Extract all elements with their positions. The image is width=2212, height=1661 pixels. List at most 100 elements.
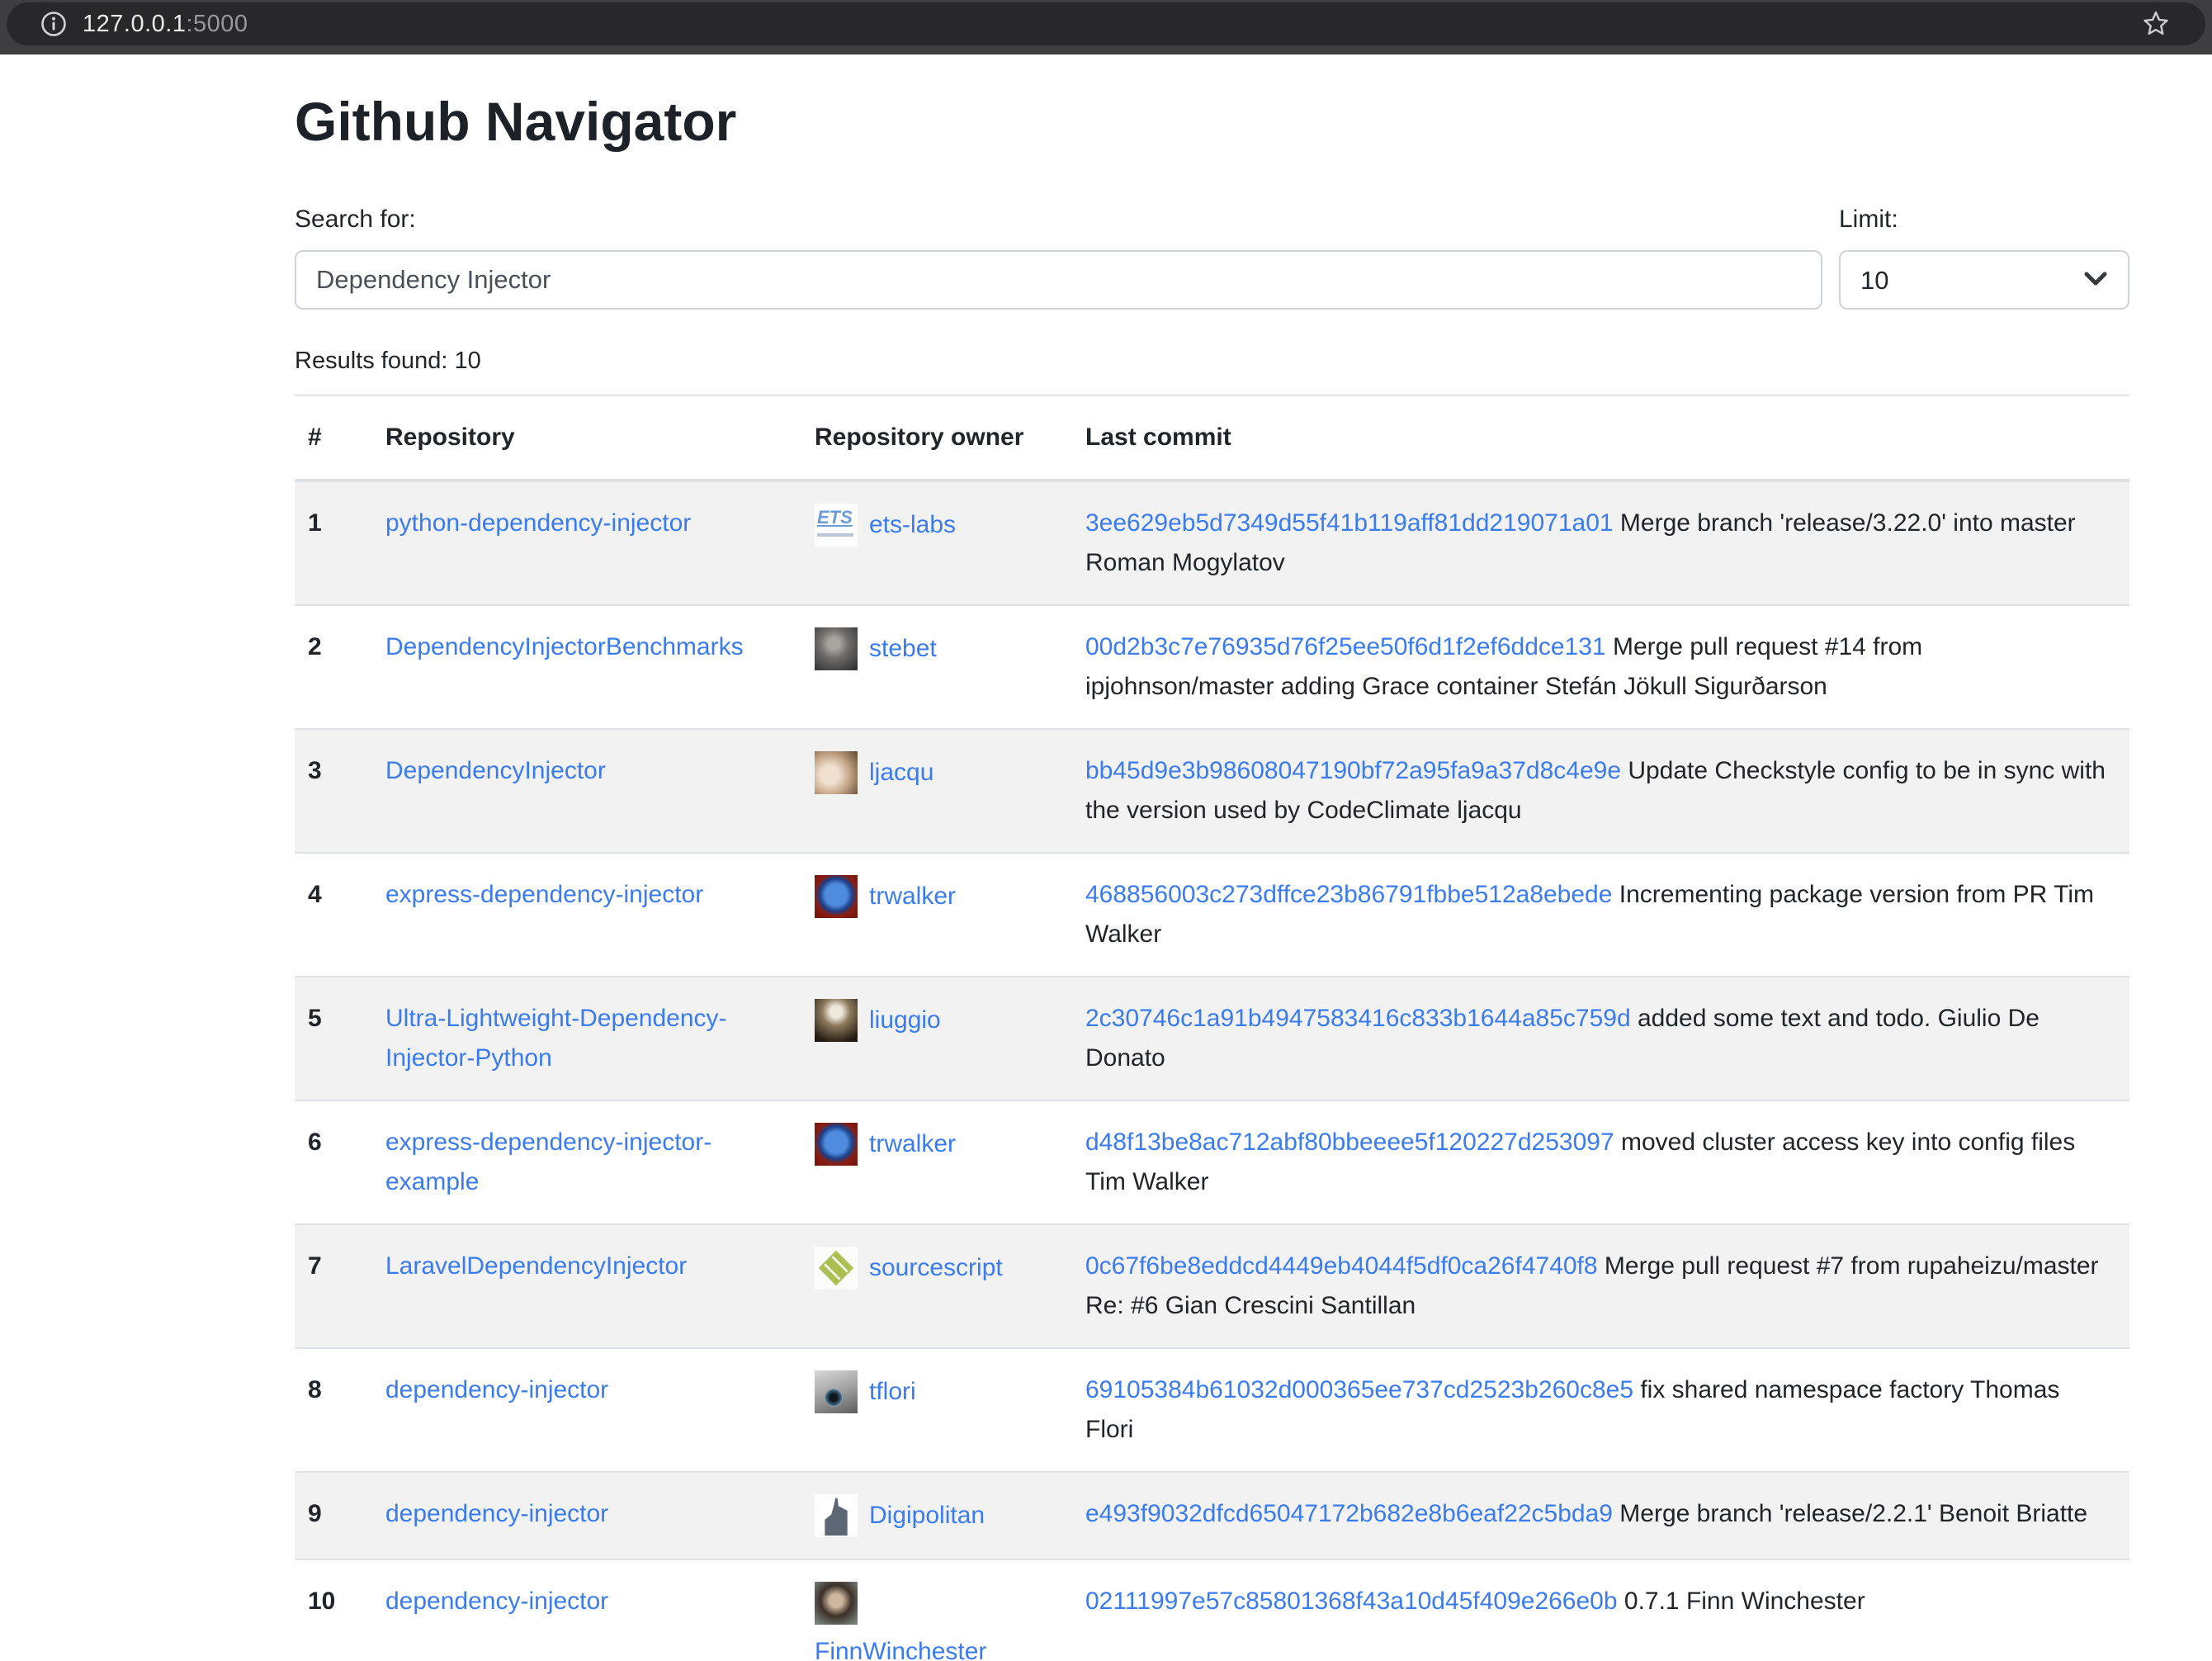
header-number: # bbox=[295, 395, 372, 480]
owner-link[interactable]: stebet bbox=[869, 635, 937, 662]
owner-cell: ets-labs bbox=[801, 480, 1072, 605]
table-row: 6express-dependency-injector-example trwa… bbox=[295, 1100, 2129, 1224]
repo-cell: express-dependency-injector-example bbox=[372, 1100, 801, 1224]
commit-message: Merge branch 'release/2.2.1' Benoit Bria… bbox=[1613, 1500, 2087, 1527]
owner-cell: ljacqu bbox=[801, 729, 1072, 853]
row-number: 6 bbox=[295, 1100, 372, 1224]
owner-link[interactable]: Digipolitan bbox=[869, 1502, 985, 1529]
row-number: 7 bbox=[295, 1224, 372, 1348]
owner-cell: sourcescript bbox=[801, 1224, 1072, 1348]
owner-link[interactable]: ljacqu bbox=[869, 759, 933, 786]
repo-link[interactable]: dependency-injector bbox=[385, 1500, 608, 1527]
header-last-commit: Last commit bbox=[1072, 395, 2129, 480]
commit-hash-link[interactable]: 3ee629eb5d7349d55f41b119aff81dd219071a01 bbox=[1085, 509, 1614, 537]
owner-cell: trwalker bbox=[801, 1100, 1072, 1224]
owner-link[interactable]: sourcescript bbox=[869, 1254, 1003, 1281]
owner-cell: stebet bbox=[801, 605, 1072, 729]
finnwinchester-avatar-icon bbox=[815, 1582, 858, 1625]
commit-cell: d48f13be8ac712abf80bbeeee5f120227d253097… bbox=[1072, 1100, 2129, 1224]
commit-cell: e493f9032dfcd65047172b682e8b6eaf22c5bda9… bbox=[1072, 1472, 2129, 1559]
owner-cell: Digipolitan bbox=[801, 1472, 1072, 1559]
commit-cell: 2c30746c1a91b4947583416c833b1644a85c759d… bbox=[1072, 977, 2129, 1100]
search-label: Search for: bbox=[295, 206, 1822, 234]
page-title: Github Navigator bbox=[295, 89, 2129, 154]
header-repository: Repository bbox=[372, 395, 801, 480]
owner-link[interactable]: trwalker bbox=[869, 883, 956, 910]
repo-cell: express-dependency-injector bbox=[372, 853, 801, 977]
repo-cell: DependencyInjectorBenchmarks bbox=[372, 605, 801, 729]
row-number: 9 bbox=[295, 1472, 372, 1559]
repo-link[interactable]: dependency-injector bbox=[385, 1588, 608, 1615]
commit-hash-link[interactable]: 2c30746c1a91b4947583416c833b1644a85c759d bbox=[1085, 1005, 1631, 1032]
trwalker-avatar-icon bbox=[815, 1123, 858, 1166]
repo-cell: dependency-injector bbox=[372, 1559, 801, 1661]
owner-link[interactable]: tflori bbox=[869, 1378, 916, 1405]
repo-link[interactable]: express-dependency-injector bbox=[385, 881, 703, 908]
commit-hash-link[interactable]: 00d2b3c7e76935d76f25ee50f6d1f2ef6ddce131 bbox=[1085, 633, 1606, 660]
table-row: 2 DependencyInjectorBenchmarks stebet 00d2b… bbox=[295, 605, 2129, 729]
commit-cell: 468856003c273dffce23b86791fbbe512a8ebede… bbox=[1072, 853, 2129, 977]
owner-cell: trwalker bbox=[801, 853, 1072, 977]
ljacqu-avatar-icon bbox=[815, 751, 858, 794]
limit-label: Limit: bbox=[1839, 206, 2129, 234]
commit-hash-link[interactable]: 69105384b61032d000365ee737cd2523b260c8e5 bbox=[1085, 1376, 1633, 1403]
bookmark-star-icon[interactable] bbox=[2139, 7, 2172, 40]
table-row: 9 dependency-injector Digipolitan e493f9032… bbox=[295, 1472, 2129, 1559]
table-row: 3 DependencyInjector ljacqu bb45d9e3b986080… bbox=[295, 729, 2129, 853]
header-owner: Repository owner bbox=[801, 395, 1072, 480]
row-number: 3 bbox=[295, 729, 372, 853]
repo-link[interactable]: python-dependency-injector bbox=[385, 509, 691, 537]
repo-link[interactable]: Ultra-Lightweight-Dependency-Injector-Py… bbox=[385, 1005, 727, 1072]
commit-message: 0.7.1 Finn Winchester bbox=[1618, 1588, 1865, 1615]
row-number: 8 bbox=[295, 1348, 372, 1472]
sourcescript-avatar-icon bbox=[815, 1247, 858, 1290]
owner-link[interactable]: ets-labs bbox=[869, 511, 956, 538]
commit-hash-link[interactable]: bb45d9e3b98608047190bf72a95fa9a37d8c4e9e bbox=[1085, 757, 1621, 784]
limit-select[interactable]: 10 bbox=[1839, 250, 2129, 310]
commit-hash-link[interactable]: d48f13be8ac712abf80bbeeee5f120227d253097 bbox=[1085, 1129, 1614, 1156]
commit-cell: 0c67f6be8eddcd4449eb4044f5df0ca26f4740f8… bbox=[1072, 1224, 2129, 1348]
commit-hash-link[interactable]: e493f9032dfcd65047172b682e8b6eaf22c5bda9 bbox=[1085, 1500, 1613, 1527]
url-text[interactable]: 127.0.0.1:5000 bbox=[83, 11, 248, 38]
repo-link[interactable]: LaravelDependencyInjector bbox=[385, 1252, 687, 1280]
results-tbody: 1 python-dependency-injector ets-labs 3ee62… bbox=[295, 480, 2129, 1661]
row-number: 5 bbox=[295, 977, 372, 1100]
owner-cell: tflori bbox=[801, 1348, 1072, 1472]
url-port: :5000 bbox=[186, 11, 248, 37]
results-table: # Repository Repository owner Last commi… bbox=[295, 395, 2129, 1661]
commit-hash-link[interactable]: 0c67f6be8eddcd4449eb4044f5df0ca26f4740f8 bbox=[1085, 1252, 1598, 1280]
table-row: 4 express-dependency-injector trwalker 4688… bbox=[295, 853, 2129, 977]
commit-cell: 00d2b3c7e76935d76f25ee50f6d1f2ef6ddce131… bbox=[1072, 605, 2129, 729]
commit-cell: 3ee629eb5d7349d55f41b119aff81dd219071a01… bbox=[1072, 480, 2129, 605]
row-number: 2 bbox=[295, 605, 372, 729]
table-row: 1 python-dependency-injector ets-labs 3ee62… bbox=[295, 480, 2129, 605]
repo-link[interactable]: DependencyInjectorBenchmarks bbox=[385, 633, 744, 660]
row-number: 1 bbox=[295, 480, 372, 605]
liuggio-avatar-icon bbox=[815, 999, 858, 1042]
browser-topbar: 127.0.0.1:5000 bbox=[0, 0, 2212, 54]
site-info-icon[interactable] bbox=[40, 10, 68, 38]
repo-link[interactable]: dependency-injector bbox=[385, 1376, 608, 1403]
repo-link[interactable]: express-dependency-injector-example bbox=[385, 1129, 711, 1195]
commit-cell: 69105384b61032d000365ee737cd2523b260c8e5… bbox=[1072, 1348, 2129, 1472]
ets-labs-avatar-icon bbox=[815, 504, 858, 547]
search-input[interactable] bbox=[295, 250, 1822, 310]
owner-link[interactable]: FinnWinchester bbox=[815, 1638, 986, 1661]
tflori-avatar-icon bbox=[815, 1370, 858, 1413]
repo-cell: DependencyInjector bbox=[372, 729, 801, 853]
commit-hash-link[interactable]: 02111997e57c85801368f43a10d45f409e266e0b bbox=[1085, 1588, 1618, 1615]
table-row: 10 dependency-injector FinnWinchester 02111… bbox=[295, 1559, 2129, 1661]
commit-cell: bb45d9e3b98608047190bf72a95fa9a37d8c4e9e… bbox=[1072, 729, 2129, 853]
row-number: 10 bbox=[295, 1559, 372, 1661]
stebet-avatar-icon bbox=[815, 627, 858, 670]
table-row: 7 LaravelDependencyInjector sourcescript 0c… bbox=[295, 1224, 2129, 1348]
owner-link[interactable]: liuggio bbox=[869, 1006, 941, 1034]
repo-cell: LaravelDependencyInjector bbox=[372, 1224, 801, 1348]
commit-hash-link[interactable]: 468856003c273dffce23b86791fbbe512a8ebede bbox=[1085, 881, 1612, 908]
address-bar[interactable]: 127.0.0.1:5000 bbox=[7, 2, 2205, 45]
table-row: 8 dependency-injector tflori 69105384b61032… bbox=[295, 1348, 2129, 1472]
commit-cell: 02111997e57c85801368f43a10d45f409e266e0b… bbox=[1072, 1559, 2129, 1661]
row-number: 4 bbox=[295, 853, 372, 977]
owner-link[interactable]: trwalker bbox=[869, 1130, 956, 1157]
repo-link[interactable]: DependencyInjector bbox=[385, 757, 606, 784]
